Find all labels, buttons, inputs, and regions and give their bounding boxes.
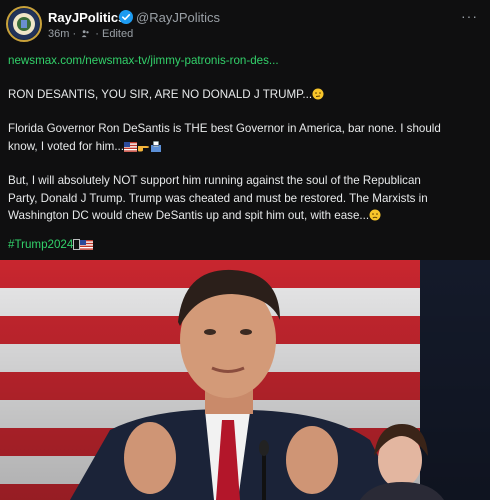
meta-separator: · (72, 28, 77, 40)
meta-separator: · (95, 28, 99, 40)
avatar[interactable] (6, 6, 42, 42)
article-link[interactable]: newsmax.com/newsmax-tv/jimmy-patronis-ro… (8, 52, 482, 70)
paragraph-2-line-3-wrap: Washington DC would chew DeSantis up and… (8, 207, 482, 227)
edited-label[interactable]: Edited (102, 28, 133, 40)
more-options-icon[interactable]: ··· (461, 8, 478, 24)
paragraph-1-line-2-wrap: know, I voted for him... (8, 138, 482, 158)
slightly-frowning-face-icon (369, 209, 381, 227)
paragraph-1: Florida Governor Ron DeSantis is THE bes… (8, 120, 482, 157)
people-icon (81, 30, 89, 38)
headline-text: RON DESANTIS, YOU SIR, ARE NO DONALD J T… (8, 88, 313, 101)
post-meta: 36m · · Edited (48, 28, 133, 40)
timestamp[interactable]: 36m (48, 28, 69, 40)
paragraph-1-line-1: Florida Governor Ron DeSantis is THE bes… (8, 122, 441, 135)
post-header: RayJPolitics @RayJPolitics 36m · · Edite… (0, 0, 490, 46)
pointing-hand-icon (137, 140, 150, 158)
paragraph-1-line-2: know, I voted for him... (8, 139, 124, 153)
us-flag-icon (124, 140, 137, 158)
ballot-box-icon (150, 140, 162, 158)
author-handle[interactable]: @RayJPolitics (136, 10, 220, 25)
paragraph-2-line-1: But, I will absolutely NOT support him r… (8, 174, 421, 187)
hashtag-line: #Trump2024 (8, 236, 482, 256)
hashtag-link[interactable]: #Trump2024 (8, 238, 73, 251)
paragraph-2-line-3: Washington DC would chew DeSantis up and… (8, 209, 370, 222)
speaker-photo (0, 260, 490, 500)
paragraph-2-line-2: Party, Donald J Trump. Trump was cheated… (8, 191, 428, 205)
paragraph-2: But, I will absolutely NOT support him r… (8, 172, 482, 227)
seal-logo-icon (9, 9, 39, 39)
post-image[interactable] (0, 260, 490, 500)
missing-glyph-icon (73, 238, 81, 256)
thinking-face-icon (312, 88, 324, 106)
us-flag-icon (80, 238, 94, 256)
verified-badge-icon (119, 10, 133, 24)
author-name[interactable]: RayJPolitics (48, 10, 125, 25)
post-card: RayJPolitics @RayJPolitics 36m · · Edite… (0, 0, 490, 500)
headline: RON DESANTIS, YOU SIR, ARE NO DONALD J T… (8, 86, 482, 106)
